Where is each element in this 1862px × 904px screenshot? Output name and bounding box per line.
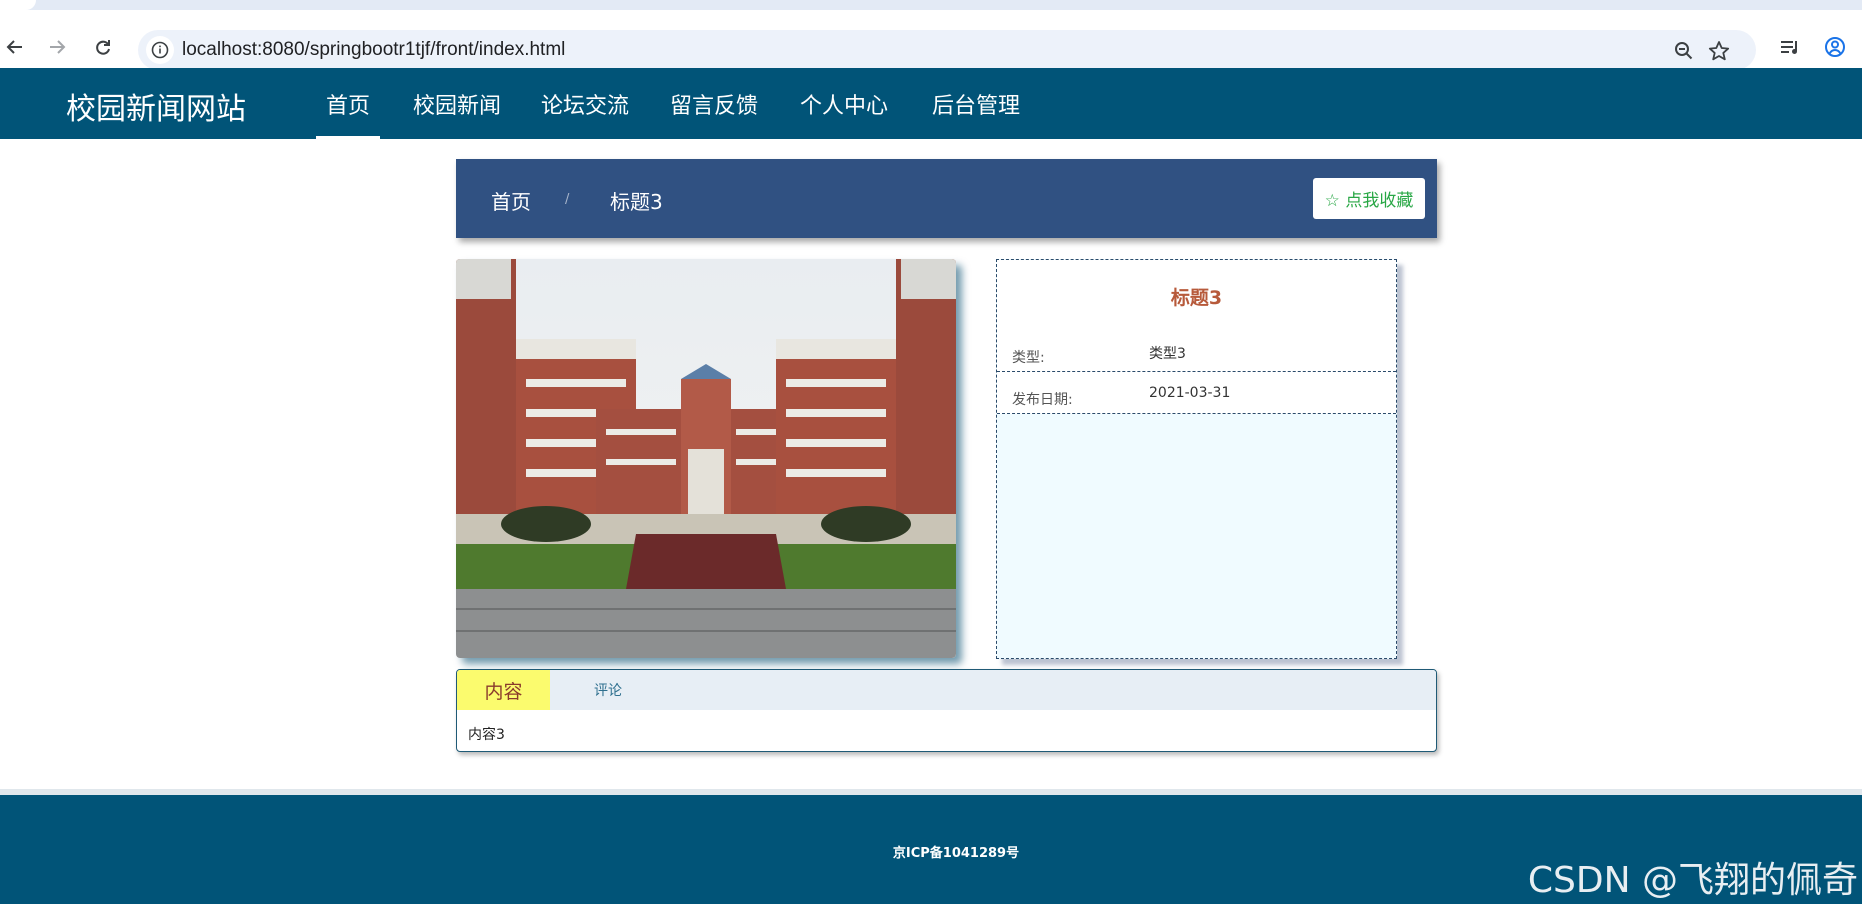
browser-tab-edge [0, 0, 36, 10]
nav-item-campus-news[interactable]: 校园新闻 [410, 68, 504, 139]
detail-info: 标题3 类型: 类型3 发布日期: 2021-03-31 [997, 260, 1396, 414]
favorite-button[interactable]: ☆ 点我收藏 [1313, 178, 1425, 219]
detail-card: 标题3 类型: 类型3 发布日期: 2021-03-31 [996, 259, 1397, 659]
breadcrumb-current: 标题3 [610, 190, 663, 214]
watermark: CSDN @飞翔的佩奇 [1527, 860, 1858, 901]
nav-item-forum[interactable]: 论坛交流 [538, 68, 632, 139]
nav-item-admin[interactable]: 后台管理 [929, 68, 1023, 139]
detail-row-date: 发布日期: 2021-03-31 [997, 371, 1396, 414]
tab-content[interactable]: 内容 [457, 670, 550, 710]
url-text[interactable]: localhost:8080/springbootr1tjf/front/ind… [182, 39, 565, 61]
nav-item-profile[interactable]: 个人中心 [797, 68, 891, 139]
playlist-icon[interactable] [1775, 32, 1805, 62]
site-navbar: 校园新闻网站 首页 校园新闻 论坛交流 留言反馈 个人中心 后台管理 [0, 68, 1862, 139]
detail-value-type: 类型3 [1149, 346, 1186, 362]
star-icon[interactable] [1707, 39, 1731, 63]
breadcrumb-separator: / [565, 192, 570, 207]
address-bar[interactable]: localhost:8080/springbootr1tjf/front/ind… [138, 30, 1756, 70]
news-image [456, 259, 956, 658]
info-icon[interactable] [146, 36, 174, 64]
detail-value-date: 2021-03-31 [1149, 385, 1231, 401]
detail-label-date: 发布日期: [1012, 392, 1073, 408]
profile-icon[interactable] [1820, 32, 1850, 62]
browser-toolbar: localhost:8080/springbootr1tjf/front/ind… [0, 10, 1862, 70]
detail-label-type: 类型: [1012, 350, 1045, 366]
nav-item-home[interactable]: 首页 [316, 68, 380, 139]
content-tabs: 内容 评论 内容3 [456, 669, 1437, 752]
breadcrumb-panel: 首页 / 标题3 ☆ 点我收藏 [456, 159, 1437, 238]
zoom-out-icon[interactable] [1672, 39, 1696, 63]
breadcrumb-home[interactable]: 首页 [491, 186, 531, 215]
detail-row-type: 类型: 类型3 [997, 329, 1396, 372]
reload-icon[interactable] [88, 32, 118, 62]
tabs-header: 内容 评论 [457, 670, 1436, 710]
tab-comments[interactable]: 评论 [573, 670, 643, 710]
tab-content-text: 内容3 [468, 727, 505, 743]
site-title[interactable]: 校园新闻网站 [66, 84, 246, 128]
nav-item-feedback[interactable]: 留言反馈 [667, 68, 761, 139]
back-icon[interactable] [0, 32, 30, 62]
detail-title: 标题3 [1170, 287, 1223, 309]
browser-tab-strip [0, 0, 1862, 10]
forward-icon[interactable] [42, 32, 72, 62]
